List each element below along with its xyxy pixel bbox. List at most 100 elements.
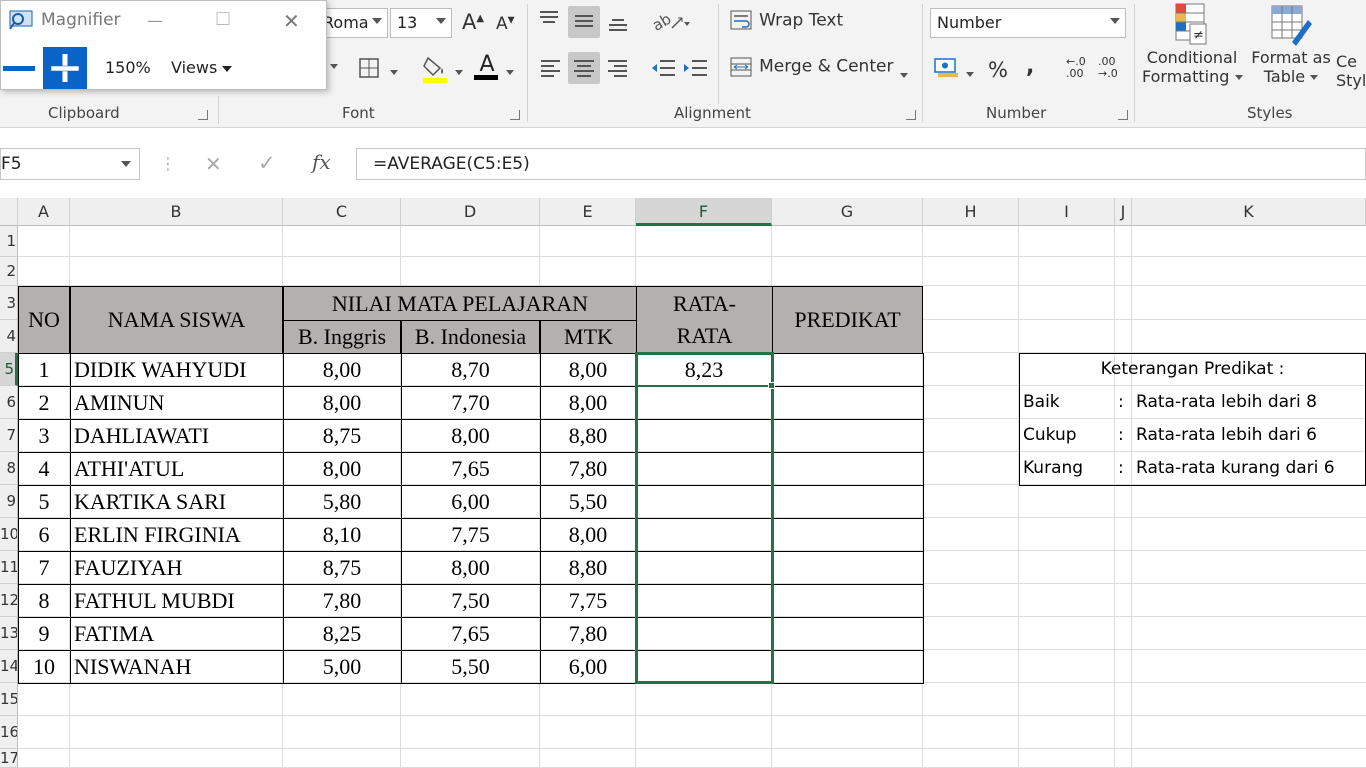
middle-align-button[interactable] xyxy=(573,11,595,37)
cell-nama[interactable]: ATHI'ATUL xyxy=(74,452,283,485)
number-format-combo[interactable]: Number xyxy=(930,8,1126,38)
cell-indonesia[interactable]: 8,00 xyxy=(401,551,540,584)
cell-predikat[interactable] xyxy=(772,617,923,650)
cell-inggris[interactable]: 8,00 xyxy=(283,452,401,485)
cell-no[interactable]: 2 xyxy=(18,386,70,419)
cell-predikat[interactable] xyxy=(772,518,923,551)
cell-no[interactable]: 7 xyxy=(18,551,70,584)
conditional-formatting-button[interactable]: ≠ Conditional Formatting xyxy=(1142,2,1243,86)
cell-nama[interactable]: NISWANAH xyxy=(74,650,283,683)
row-header-17[interactable]: 17 xyxy=(0,749,18,768)
row-header-3[interactable]: 3 xyxy=(0,286,18,320)
bottom-align-button[interactable] xyxy=(607,12,629,38)
font-color-button[interactable]: A xyxy=(474,52,500,80)
column-header-c[interactable]: C xyxy=(283,198,401,226)
cell-mtk[interactable]: 8,80 xyxy=(540,419,636,452)
column-header-d[interactable]: D xyxy=(401,198,540,226)
cell-predikat[interactable] xyxy=(772,551,923,584)
cell-inggris[interactable]: 8,00 xyxy=(283,353,401,386)
column-header-a[interactable]: A xyxy=(18,198,70,226)
active-cell-outline[interactable] xyxy=(635,352,774,387)
format-as-table-button[interactable]: Format as Table xyxy=(1248,2,1334,86)
cell-indonesia[interactable]: 6,00 xyxy=(401,485,540,518)
formula-input[interactable]: =AVERAGE(C5:E5) xyxy=(356,148,1366,180)
percent-style-button[interactable]: % xyxy=(988,58,1008,82)
views-menu[interactable]: Views xyxy=(171,58,233,77)
cell-inggris[interactable]: 8,10 xyxy=(283,518,401,551)
merge-center-button[interactable]: Merge & Center xyxy=(730,56,893,78)
cell-no[interactable]: 10 xyxy=(18,650,70,683)
cell-mtk[interactable]: 8,00 xyxy=(540,386,636,419)
decrease-indent-button[interactable] xyxy=(650,58,676,82)
chevron-down-icon[interactable] xyxy=(121,161,131,167)
row-header-14[interactable]: 14 xyxy=(0,650,18,683)
cell-indonesia[interactable]: 7,75 xyxy=(401,518,540,551)
column-header-k[interactable]: K xyxy=(1132,198,1366,226)
cell-predikat[interactable] xyxy=(772,485,923,518)
cell-indonesia[interactable]: 7,70 xyxy=(401,386,540,419)
cell-nama[interactable]: FATHUL MUBDI xyxy=(74,584,283,617)
comma-style-button[interactable]: , xyxy=(1026,54,1034,79)
formula-cancel-button[interactable]: ✕ xyxy=(205,152,222,176)
column-header-b[interactable]: B xyxy=(70,198,283,226)
cell-inggris[interactable]: 8,75 xyxy=(283,419,401,452)
cell-indonesia[interactable]: 5,50 xyxy=(401,650,540,683)
fill-color-dropdown[interactable] xyxy=(455,62,463,81)
cell-no[interactable]: 1 xyxy=(18,353,70,386)
cell-predikat[interactable] xyxy=(772,584,923,617)
formula-bar-grip[interactable]: ⋮ xyxy=(160,154,176,173)
row-header-7[interactable]: 7 xyxy=(0,419,18,452)
magnifier-close-button[interactable]: ✕ xyxy=(283,9,300,33)
name-box[interactable]: F5 xyxy=(0,148,140,180)
cell-predikat[interactable] xyxy=(772,419,923,452)
font-size-combo[interactable]: 13 xyxy=(390,8,452,38)
cell-mtk[interactable]: 6,00 xyxy=(540,650,636,683)
cell-no[interactable]: 4 xyxy=(18,452,70,485)
cell-predikat[interactable] xyxy=(772,353,923,386)
cell-inggris[interactable]: 8,00 xyxy=(283,386,401,419)
cell-mtk[interactable]: 7,80 xyxy=(540,617,636,650)
column-header-h[interactable]: H xyxy=(923,198,1019,226)
top-align-button[interactable] xyxy=(538,10,560,36)
accounting-format-button[interactable] xyxy=(934,56,962,82)
cell-no[interactable]: 6 xyxy=(18,518,70,551)
cell-inggris[interactable]: 7,80 xyxy=(283,584,401,617)
formula-enter-button[interactable]: ✓ xyxy=(258,151,276,175)
cell-styles-button[interactable]: Ce Styl xyxy=(1336,2,1366,90)
row-header-12[interactable]: 12 xyxy=(0,584,18,617)
cell-inggris[interactable]: 8,25 xyxy=(283,617,401,650)
row-header-11[interactable]: 11 xyxy=(0,551,18,584)
merge-center-dropdown[interactable] xyxy=(900,65,908,84)
decrease-decimal-button[interactable]: .00 →.0 xyxy=(1098,56,1118,80)
column-header-e[interactable]: E xyxy=(540,198,636,226)
increase-decimal-button[interactable]: ←.0 .00 xyxy=(1066,56,1086,80)
select-all-corner[interactable] xyxy=(0,198,18,226)
row-header-5[interactable]: 5 xyxy=(0,353,18,386)
increase-indent-button[interactable] xyxy=(682,58,708,82)
cell-indonesia[interactable]: 7,65 xyxy=(401,452,540,485)
fill-color-button[interactable] xyxy=(422,54,450,88)
cell-indonesia[interactable]: 7,50 xyxy=(401,584,540,617)
row-header-4[interactable]: 4 xyxy=(0,320,18,353)
borders-dropdown[interactable] xyxy=(390,62,398,81)
cell-inggris[interactable]: 5,00 xyxy=(283,650,401,683)
worksheet-grid[interactable]: ABCDEFGHIJK 1 2 3 4 5 6 7 8 9 10 11 12 13 14 15 16 17 NO… xyxy=(0,198,1366,768)
cell-indonesia[interactable]: 8,00 xyxy=(401,419,540,452)
align-right-button[interactable] xyxy=(607,58,629,82)
cell-no[interactable]: 9 xyxy=(18,617,70,650)
cell-mtk[interactable]: 5,50 xyxy=(540,485,636,518)
font-dialog-launcher[interactable] xyxy=(510,110,520,120)
underline-dropdown[interactable] xyxy=(330,56,338,75)
cell-nama[interactable]: KARTIKA SARI xyxy=(74,485,283,518)
borders-button[interactable] xyxy=(358,56,384,84)
cell-nama[interactable]: DAHLIAWATI xyxy=(74,419,283,452)
row-header-16[interactable]: 16 xyxy=(0,716,18,749)
grow-font-button[interactable]: A▲ xyxy=(462,10,484,34)
magnifier-maximize-button[interactable]: ☐ xyxy=(215,9,231,30)
shrink-font-button[interactable]: A▼ xyxy=(496,14,515,34)
row-header-9[interactable]: 9 xyxy=(0,485,18,518)
cell-nama[interactable]: FATIMA xyxy=(74,617,283,650)
cell-nama[interactable]: ERLIN FIRGINIA xyxy=(74,518,283,551)
column-header-i[interactable]: I xyxy=(1019,198,1115,226)
row-header-13[interactable]: 13 xyxy=(0,617,18,650)
